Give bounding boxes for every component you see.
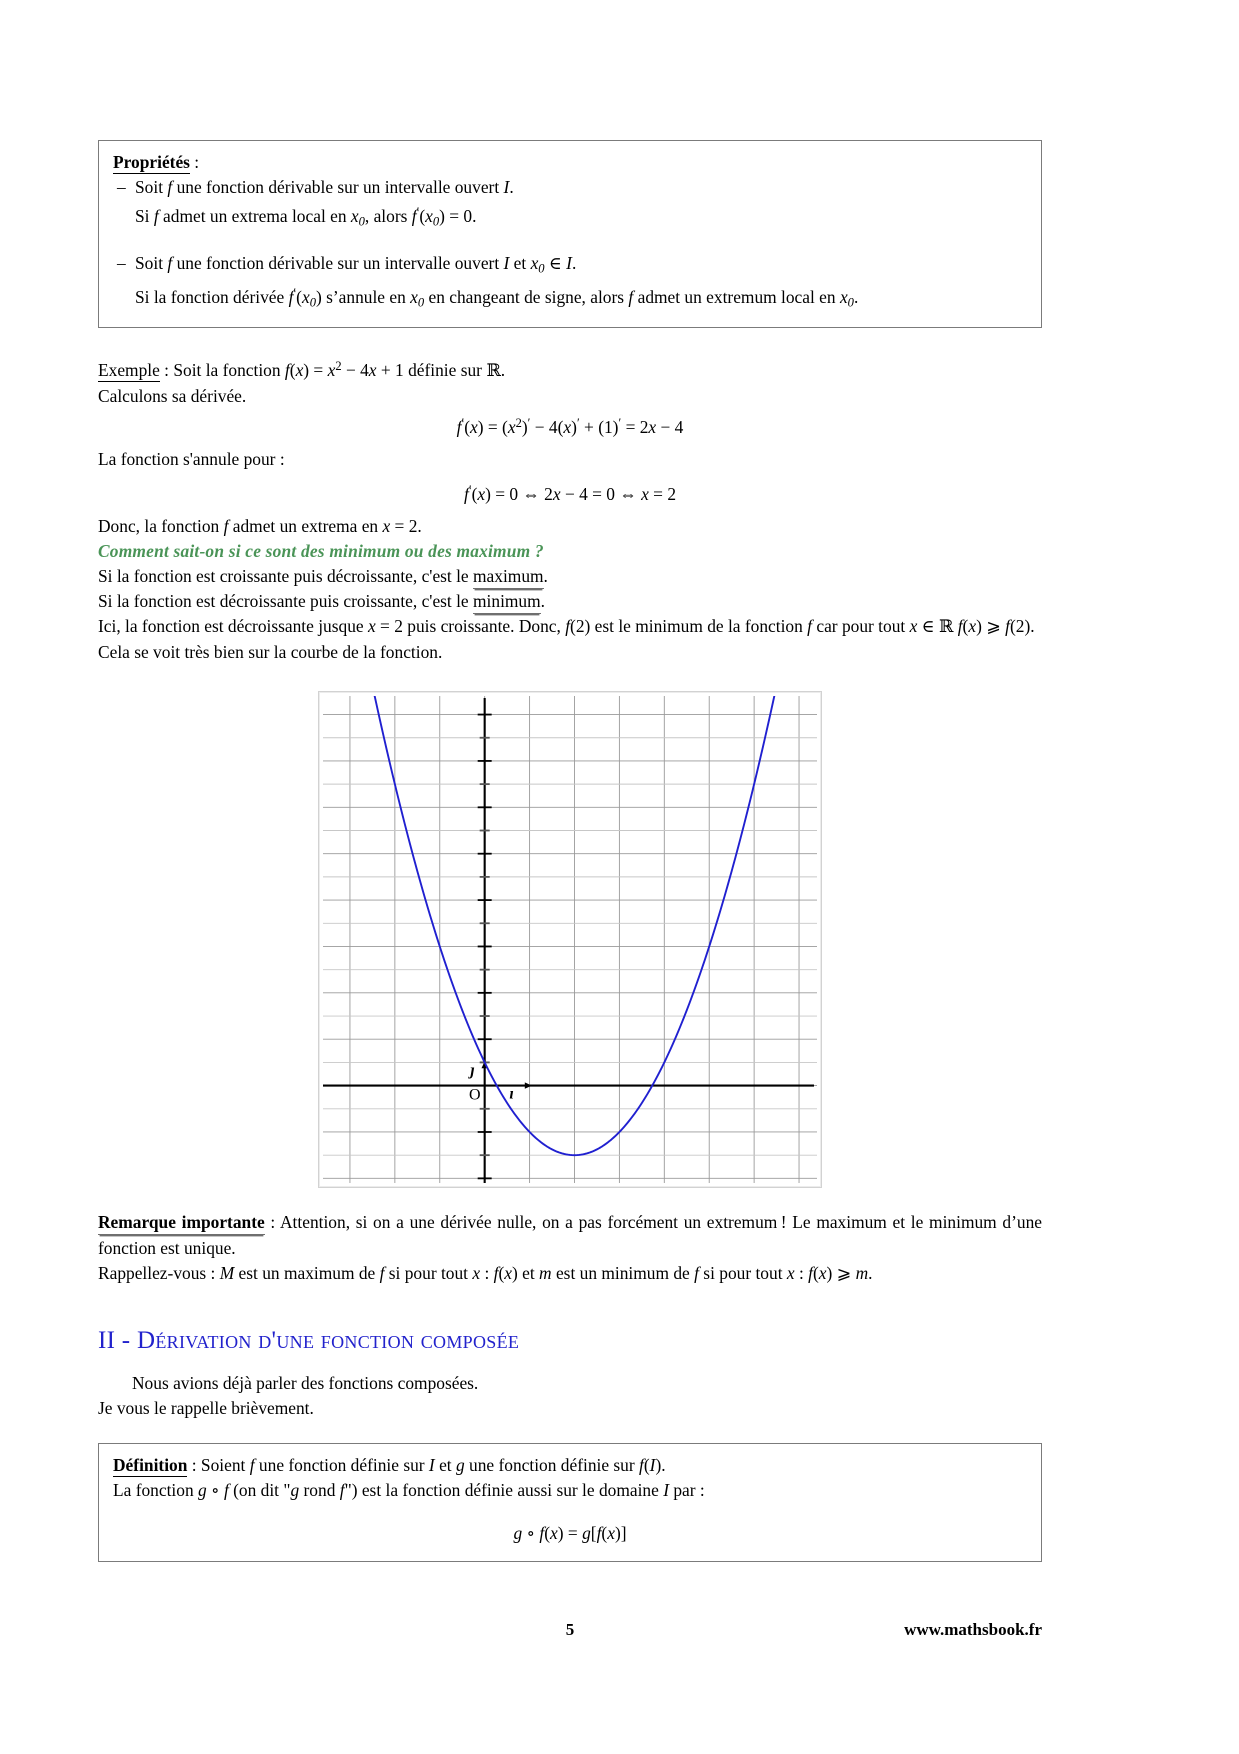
page-footer: 5 www.mathsbook.fr [98,1620,1042,1640]
example-line-5-suffix: . [543,565,548,586]
property-1-line-2: Si f admet un extrema local en x0, alors… [135,205,477,229]
page-number: 5 [565,1620,575,1639]
section-2-number: II - [98,1326,137,1354]
example-line-5-prefix: Si la fonction est croissante puis décro… [98,565,474,586]
definition-box: Définition : Soient f une fonction défin… [98,1442,1042,1562]
definition-label: Définition [113,1454,188,1477]
property-2-line-1: Soit f une fonction dérivable sur un int… [113,251,1027,282]
figure-container: Oȷ⃗ ı⃗ [98,676,1042,1188]
section-2-heading: II - Dérivation d'une fonction composée [98,1327,1042,1355]
example-line-6-prefix: Si la fonction est décroissante puis cro… [98,590,474,611]
website-label: www.mathsbook.fr [904,1620,1042,1639]
page-content: Propriétés : Soit f une fonction dérivab… [98,140,1042,1562]
example-line-3: La fonction s'annule pour : [98,448,285,469]
example-line-8: Cela se voit très bien sur la courbe de … [98,642,443,662]
example-line-4: Donc, la fonction f admet un extrema en … [98,515,422,536]
section-2-intro-2: Je vous le rappelle brièvement. [98,1397,314,1418]
box-spacer [113,235,1027,251]
example-question: Comment sait-on si ce sont des minimum o… [98,540,544,561]
definition-line-2: La fonction g ∘ f (on dit "g rond f") es… [113,1479,705,1500]
example-line-1: Exemple : Soit la fonction f(x) = x2 − 4… [98,358,506,382]
parabola-chart: Oȷ⃗ ı⃗ [323,676,817,1183]
svg-text:ȷ⃗: ȷ⃗ [467,1062,487,1079]
figure-frame: Oȷ⃗ ı⃗ [318,676,822,1188]
remark-label: Remarque importante [98,1212,265,1235]
properties-box: Propriétés : Soit f une fonction dérivab… [98,140,1042,328]
svg-text:ı⃗: ı⃗ [509,1085,526,1102]
equation-root: f′(x) = 0 ⇔ 2x − 4 = 0 ⇔ x = 2 [463,482,677,504]
maximum-underlined: maximum [473,565,544,589]
definition-equation: g ∘ f(x) = g[f(x)] [513,1522,627,1543]
definition-line-1: Définition : Soient f une fonction défin… [113,1454,666,1477]
example-line-5: Si la fonction est croissante puis décro… [98,564,1042,589]
property-1-line-1: Soit f une fonction dérivable sur un int… [113,175,1027,200]
properties-title: Propriétés [113,152,190,174]
figure-inner: Oȷ⃗ ı⃗ [323,676,817,1183]
properties-title-line: Propriétés : [113,150,1027,175]
example-line-6: Si la fonction est décroissante puis cro… [98,589,1042,614]
properties-title-colon: : [189,152,200,172]
example-line-6-suffix: . [540,590,546,611]
equation-derivative: f′(x) = (x2)′ − 4(x)′ + (1)′ = 2x − 4 [456,415,684,437]
example-label: Exemple [98,359,160,382]
example-line-2: Calculons sa dérivée. [98,385,247,406]
remark-recall: Rappellez-vous : M est un maximum de f s… [98,1263,873,1283]
document-page: Propriétés : Soit f une fonction dérivab… [0,0,1239,1754]
minimum-underlined: minimum [473,590,541,614]
section-2-title: Dérivation d'une fonction composée [136,1326,520,1354]
section-2-intro-1: Nous avions déjà parler des fonctions co… [132,1372,479,1393]
example-line-7: Ici, la fonction est décroissante jusque… [98,615,1035,637]
svg-text:O: O [469,1087,481,1104]
property-2-line-2: Si la fonction dérivée f′(x0) s’annule e… [135,286,859,310]
remark-paragraph: Remarque importante : Attention, si on a… [98,1212,1042,1258]
